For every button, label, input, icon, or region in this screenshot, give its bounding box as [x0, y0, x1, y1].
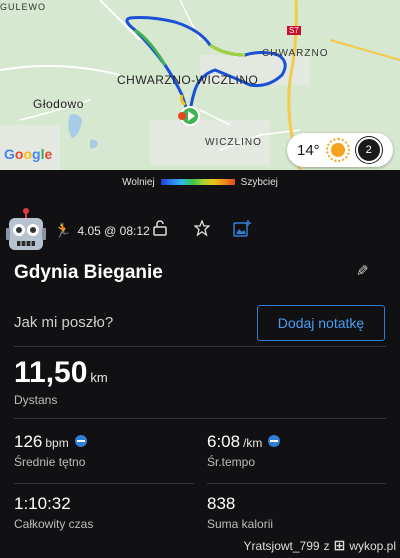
star-icon[interactable]: [193, 219, 211, 240]
map-label-wiczlino: WICZLINO: [205, 137, 262, 148]
watermark: Yratsjowt_799 z ⊞ wykop.pl: [244, 537, 396, 554]
stat-calories: 838 Suma kalorii: [207, 494, 273, 531]
legend-fast-label: Szybciej: [240, 176, 278, 188]
stat-total-time: 1:10:32 Całkowity czas: [14, 494, 93, 531]
activity-title: Gdynia Bieganie: [14, 262, 163, 283]
pace-value: 6:08: [207, 432, 241, 451]
edit-title-icon[interactable]: ✎: [356, 262, 369, 280]
stat-heart-rate: 126 bpm Średnie tętno: [14, 432, 87, 469]
road-sign-s7: S7: [287, 26, 301, 35]
speed-gradient-bar: [160, 179, 235, 185]
finish-marker-icon: [178, 112, 186, 120]
speed-legend: Wolniej Szybciej: [0, 170, 400, 194]
activity-date: 4.05 @ 08:12: [77, 223, 150, 238]
stat-distance: 11,50 km Dystans: [14, 356, 108, 407]
heart-rate-unit: bpm: [45, 436, 69, 450]
add-note-button[interactable]: Dodaj notatkę: [257, 305, 385, 341]
activity-meta: 🏃 4.05 @ 08:12: [54, 222, 150, 239]
distance-label: Dystans: [14, 393, 58, 407]
pace-label: Śr.tempo: [207, 455, 256, 469]
map-label-glodowo: Głodowo: [33, 97, 84, 111]
map-label-chwarzno-wiczlino: CHWARZNO-WICZLINO: [117, 73, 259, 87]
weather-temperature: 14°: [297, 141, 320, 159]
activity-header: 🏃 4.05 @ 08:12: [0, 200, 400, 260]
divider: [14, 418, 386, 419]
heart-rate-info-icon[interactable]: [74, 435, 87, 447]
watermark-user: Yratsjowt_799: [243, 538, 320, 553]
divider: [207, 483, 386, 484]
lock-icon[interactable]: [153, 220, 167, 240]
watermark-sep: z: [323, 538, 330, 553]
divider: [14, 346, 386, 347]
map-label-gulewo: GULEWO: [0, 2, 47, 12]
calories-label: Suma kalorii: [207, 517, 274, 531]
divider: [14, 483, 194, 484]
watermark-site: wykop.pl: [349, 538, 396, 553]
legend-slow-label: Wolniej: [122, 176, 155, 188]
distance-unit: km: [90, 370, 108, 385]
note-prompt: Jak mi poszło?: [14, 314, 114, 331]
distance-value: 11,50: [14, 356, 88, 389]
robot-avatar[interactable]: [6, 208, 46, 254]
calories-value: 838: [207, 494, 236, 513]
map-label-chwarzno: CHWARZNO: [262, 48, 329, 59]
total-time-label: Całkowity czas: [14, 517, 94, 531]
heart-rate-label: Średnie tętno: [14, 455, 86, 469]
sun-icon: [325, 138, 350, 162]
heart-rate-value: 126: [14, 432, 43, 451]
stat-pace: 6:08/km Śr.tempo: [207, 432, 281, 469]
pace-info-icon[interactable]: [268, 435, 281, 447]
total-time-value: 1:10:32: [14, 494, 71, 513]
pace-unit: /km: [243, 436, 263, 450]
wind-icon: 2: [355, 137, 382, 163]
weather-badge[interactable]: 14° 2: [287, 133, 393, 167]
google-logo: Google: [4, 146, 53, 162]
add-photo-icon[interactable]: [233, 220, 251, 242]
wykop-logo-icon: ⊞: [333, 537, 346, 553]
run-icon: 🏃: [54, 222, 72, 238]
route-map[interactable]: GULEWO CHWARZNO-WICZLINO CHWARZNO Głodow…: [0, 0, 400, 170]
